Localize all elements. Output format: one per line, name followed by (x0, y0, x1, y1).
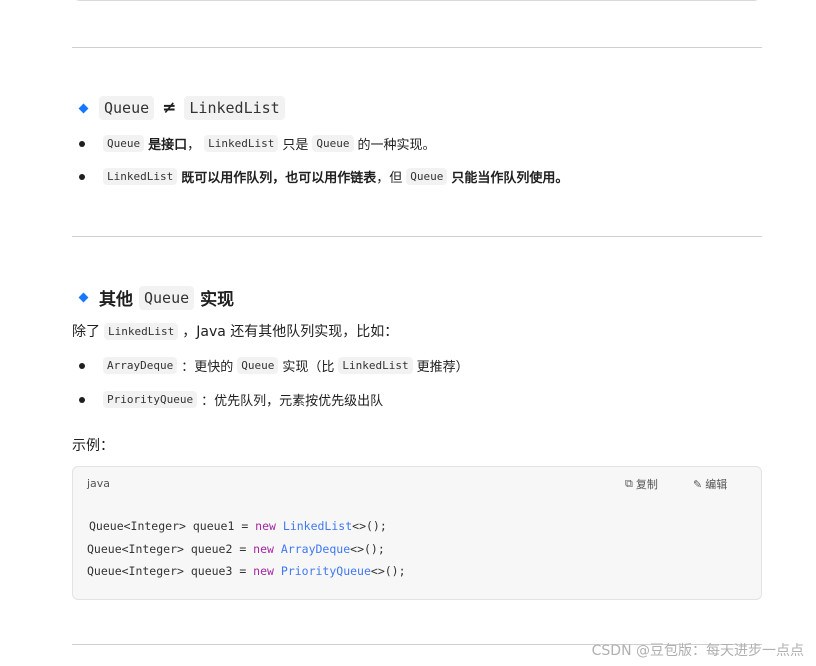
inline-code: Queue (237, 357, 279, 374)
bullet-dot-icon (79, 173, 85, 180)
edit-button[interactable]: ✎ 编辑 (693, 476, 727, 492)
list-item: Queue 是接口 ， LinkedList 只是 Queue 的一种实现。 (78, 134, 436, 153)
diamond-bullet-icon (78, 292, 89, 303)
text: 更推荐） (416, 360, 469, 375)
inline-code: ArrayDeque (103, 357, 178, 374)
inline-code: LinkedList (204, 135, 279, 152)
bullet-dot-icon (79, 362, 85, 369)
previous-code-block-edge (72, 0, 762, 1)
text: 的一种实现。 (357, 138, 436, 153)
text: 只是 (282, 138, 309, 153)
example-label: 示例： (72, 438, 114, 454)
text: ，但 (376, 171, 403, 186)
code-block: java ⧉ 复制 ✎ 编辑 Queue<Integer> queue1 = n… (72, 466, 762, 600)
intro-paragraph: 除了 LinkedList ，Java 还有其他队列实现，比如： (72, 321, 398, 341)
copy-icon: ⧉ (625, 477, 633, 490)
list-item: ArrayDeque ：更快的 Queue 实现（比 LinkedList 更推… (78, 356, 469, 375)
section-heading-queue-vs-linkedlist: Queue ≠ LinkedList (78, 96, 285, 120)
copy-label: 复制 (635, 478, 658, 491)
heading-text: 实现 (200, 290, 235, 310)
heading-code-queue: Queue (99, 96, 155, 120)
code-line: Queue<Integer> queue3 = new PriorityQueu… (87, 564, 406, 578)
text: 除了 (72, 324, 100, 340)
heading-text: 其他 (99, 290, 133, 310)
divider (72, 236, 762, 237)
inline-code: Queue (103, 135, 145, 152)
inline-code: PriorityQueue (103, 391, 198, 408)
inline-code: Queue (406, 168, 448, 185)
bullet-dot-icon (79, 396, 85, 403)
bold-text: 是接口 (148, 138, 188, 153)
copy-button[interactable]: ⧉ 复制 (625, 476, 658, 492)
code-language-label: java (87, 477, 111, 490)
text: ：更快的 (181, 360, 234, 375)
heading-code-queue: Queue (139, 285, 195, 310)
inline-code: Queue (312, 135, 354, 152)
text: ：优先队列，元素按优先级出队 (201, 394, 384, 409)
code-line: Queue<Integer> queue1 = new LinkedList<>… (89, 519, 387, 533)
list-item: PriorityQueue ：优先队列，元素按优先级出队 (78, 390, 383, 409)
diamond-bullet-icon (78, 103, 89, 113)
inline-code: LinkedList (338, 357, 413, 374)
section-heading-other-queue: 其他 Queue 实现 (78, 285, 234, 310)
bold-text: 既可以用作队列，也可以用作链表 (181, 171, 377, 186)
inline-code: LinkedList (103, 168, 178, 185)
not-equal-sign: ≠ (162, 98, 177, 118)
edit-label: 编辑 (705, 478, 728, 491)
watermark: CSDN @豆包版：每天进步一点点 (591, 643, 804, 659)
bold-text: 只能当作队列使用。 (451, 171, 569, 186)
divider (72, 47, 762, 48)
text: ， (187, 138, 201, 153)
code-line: Queue<Integer> queue2 = new ArrayDeque<>… (87, 542, 385, 556)
list-item: LinkedList 既可以用作队列，也可以用作链表 ，但 Queue 只能当作… (78, 167, 568, 186)
inline-code: LinkedList (104, 322, 179, 340)
edit-icon: ✎ (693, 477, 703, 491)
bullet-dot-icon (79, 140, 85, 147)
heading-code-linkedlist: LinkedList (184, 96, 285, 120)
text: 实现（比 (282, 360, 335, 375)
text: ，Java 还有其他队列实现，比如： (182, 324, 399, 340)
